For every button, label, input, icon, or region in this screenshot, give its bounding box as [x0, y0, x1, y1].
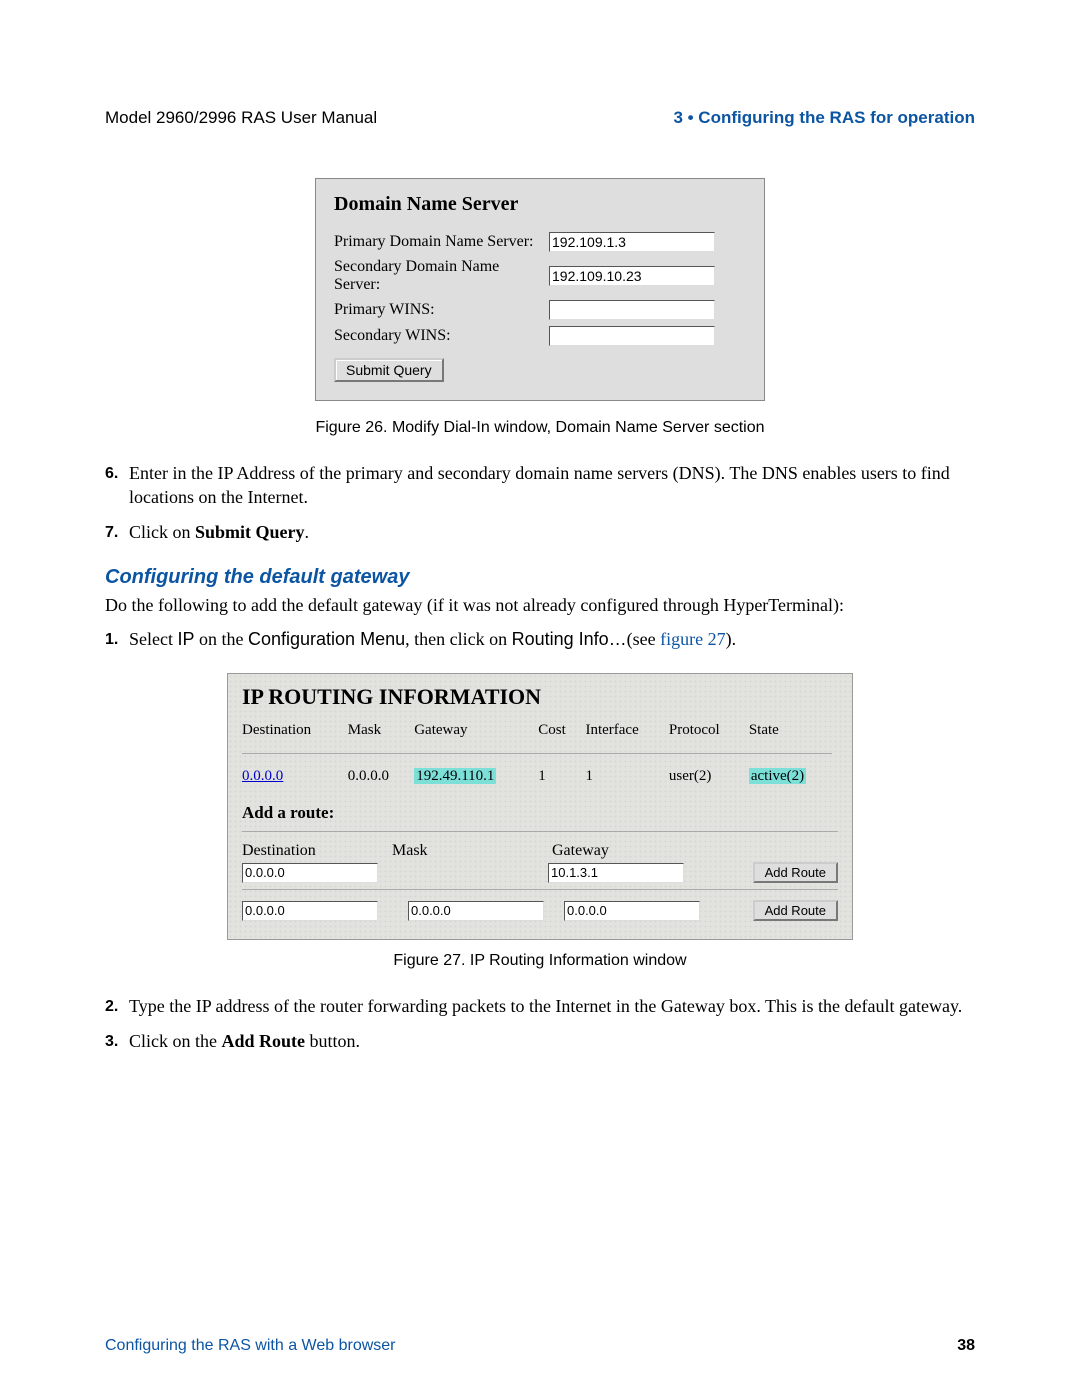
steps-list-1: 6. Enter in the IP Address of the primar… — [105, 461, 975, 544]
step-6: 6. Enter in the IP Address of the primar… — [105, 461, 975, 510]
destination-input[interactable] — [242, 863, 378, 883]
secondary-dns-input[interactable] — [549, 266, 715, 286]
steps-list-2: 1. Select IP on the Configuration Menu, … — [105, 627, 975, 651]
form-label-mask: Mask — [392, 842, 552, 860]
header-chapter-title: 3 • Configuring the RAS for operation — [673, 108, 975, 128]
page-number: 38 — [957, 1337, 975, 1355]
step-text: Enter in the IP Address of the primary a… — [129, 461, 975, 510]
step-number: 2. — [105, 994, 129, 1018]
section-intro: Do the following to add the default gate… — [105, 593, 975, 617]
footer-section-title: Configuring the RAS with a Web browser — [105, 1337, 396, 1355]
secondary-dns-label: Secondary Domain Name Server: — [334, 258, 549, 294]
route-cost: 1 — [538, 766, 585, 787]
step-3: 3. Click on the Add Route button. — [105, 1029, 975, 1053]
route-protocol: user(2) — [669, 766, 749, 787]
col-mask: Mask — [348, 720, 414, 745]
primary-wins-input[interactable] — [549, 300, 715, 320]
route-gateway: 192.49.110.1 — [414, 768, 496, 784]
step-number: 1. — [105, 627, 129, 651]
add-route-heading: Add a route: — [242, 803, 838, 823]
mask-input[interactable] — [408, 901, 544, 921]
secondary-wins-label: Secondary WINS: — [334, 327, 549, 345]
primary-wins-label: Primary WINS: — [334, 301, 549, 319]
form-label-gateway: Gateway — [552, 842, 712, 860]
step-number: 6. — [105, 461, 129, 510]
col-interface: Interface — [585, 720, 668, 745]
figure-26-dns-panel: Domain Name Server Primary Domain Name S… — [315, 178, 765, 401]
add-route-button[interactable]: Add Route — [753, 862, 838, 883]
step-7: 7. Click on Submit Query. — [105, 520, 975, 544]
document-page: Model 2960/2996 RAS User Manual 3 • Conf… — [0, 0, 1080, 1397]
step-text: Click on the Add Route button. — [129, 1029, 975, 1053]
section-heading-default-gateway: Configuring the default gateway — [105, 566, 975, 589]
step-number: 7. — [105, 520, 129, 544]
form-label-destination: Destination — [242, 842, 392, 860]
secondary-wins-input[interactable] — [549, 326, 715, 346]
step-text: Click on Submit Query. — [129, 520, 975, 544]
steps-list-3: 2. Type the IP address of the router for… — [105, 994, 975, 1053]
col-gateway: Gateway — [414, 720, 538, 745]
table-header-row: Destination Mask Gateway Cost Interface … — [242, 720, 838, 745]
divider — [242, 831, 838, 832]
route-destination-link[interactable]: 0.0.0.0 — [242, 768, 283, 784]
figure-27-routing-panel: IP ROUTING INFORMATION Destination Mask … — [227, 673, 853, 940]
route-mask: 0.0.0.0 — [348, 766, 414, 787]
figure-26-caption: Figure 26. Modify Dial-In window, Domain… — [105, 419, 975, 437]
step-text: Select IP on the Configuration Menu, the… — [129, 627, 975, 651]
routing-table: Destination Mask Gateway Cost Interface … — [242, 720, 838, 787]
col-destination: Destination — [242, 720, 348, 745]
step-number: 3. — [105, 1029, 129, 1053]
page-header: Model 2960/2996 RAS User Manual 3 • Conf… — [105, 108, 975, 128]
primary-dns-input[interactable] — [549, 232, 715, 252]
dns-panel-title: Domain Name Server — [334, 193, 746, 216]
col-protocol: Protocol — [669, 720, 749, 745]
route-interface: 1 — [585, 766, 668, 787]
primary-dns-label: Primary Domain Name Server: — [334, 233, 549, 251]
page-footer: Configuring the RAS with a Web browser 3… — [105, 1337, 975, 1355]
divider — [242, 889, 838, 890]
figure-27-caption: Figure 27. IP Routing Information window — [105, 952, 975, 970]
gateway-input[interactable] — [564, 901, 700, 921]
add-route-row-2: Add Route — [242, 900, 838, 921]
col-state: State — [749, 720, 838, 745]
col-cost: Cost — [538, 720, 585, 745]
add-route-row-1: Add Route — [242, 862, 838, 883]
destination-input[interactable] — [242, 901, 378, 921]
submit-query-button[interactable]: Submit Query — [334, 358, 444, 382]
gateway-input[interactable] — [548, 863, 684, 883]
add-route-button[interactable]: Add Route — [753, 900, 838, 921]
header-manual-title: Model 2960/2996 RAS User Manual — [105, 108, 377, 128]
table-row: 0.0.0.0 0.0.0.0 192.49.110.1 1 1 user(2)… — [242, 766, 838, 787]
step-2: 2. Type the IP address of the router for… — [105, 994, 975, 1018]
route-state: active(2) — [749, 768, 806, 784]
step-1: 1. Select IP on the Configuration Menu, … — [105, 627, 975, 651]
routing-panel-title: IP ROUTING INFORMATION — [242, 684, 838, 710]
step-text: Type the IP address of the router forwar… — [129, 994, 975, 1018]
figure-27-link[interactable]: figure 27 — [660, 629, 725, 649]
table-divider — [242, 753, 832, 754]
